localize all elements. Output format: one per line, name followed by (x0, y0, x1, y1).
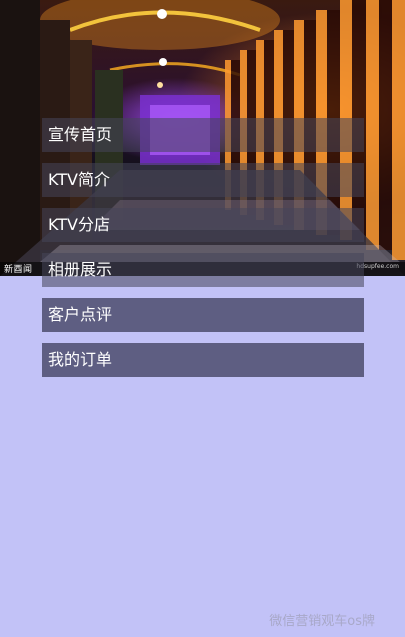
menu-item-reviews[interactable]: 客户点评 (42, 298, 364, 332)
menu-item-home[interactable]: 宣传首页 (42, 118, 364, 152)
menu-item-album[interactable]: 相册展示 (42, 253, 364, 287)
menu-item-label: 宣传首页 (48, 125, 113, 144)
watermark: 微信营销观车os牌 (269, 614, 375, 629)
banner-caption: 新酉闻 (4, 265, 33, 275)
menu-item-label: 客户点评 (48, 305, 113, 324)
menu-item-label: KTV分店 (48, 215, 110, 234)
menu-item-label: 我的订单 (48, 350, 113, 369)
menu-item-ktv-intro[interactable]: KTV简介 (42, 163, 364, 197)
menu-item-my-orders[interactable]: 我的订单 (42, 343, 364, 377)
menu-item-label: KTV简介 (48, 170, 110, 189)
menu-item-label: 相册展示 (48, 260, 113, 279)
menu-item-ktv-branches[interactable]: KTV分店 (42, 208, 364, 242)
